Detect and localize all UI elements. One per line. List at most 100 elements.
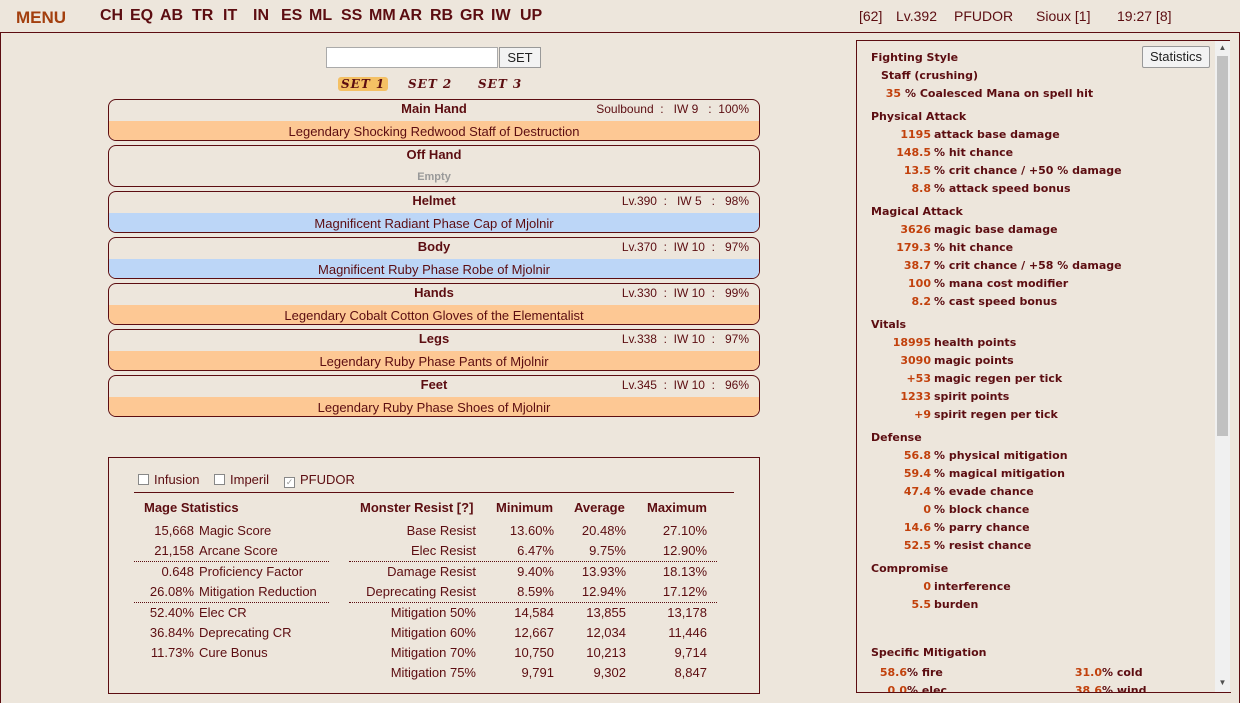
tab-set-3[interactable]: SET 3: [478, 77, 522, 91]
slot-info: Lv.330 : IW 10 : 99%: [621, 286, 749, 300]
set-button[interactable]: SET: [499, 47, 541, 68]
stat-value: 18995: [892, 336, 931, 349]
panel-bottom-border: [856, 692, 1231, 693]
resist-max: 8,847: [674, 665, 707, 680]
nav-ch[interactable]: CH: [100, 7, 123, 25]
stat-text: attack base damage: [934, 128, 1060, 141]
checkbox-box[interactable]: [138, 474, 149, 485]
section-title: Fighting Style: [871, 51, 959, 64]
equipped-item[interactable]: Magnificent Radiant Phase Cap of Mjolnir: [109, 213, 759, 232]
nav-in[interactable]: IN: [253, 7, 269, 25]
nav-es[interactable]: ES: [281, 7, 302, 25]
equipped-item[interactable]: Legendary Cobalt Cotton Gloves of the El…: [109, 305, 759, 324]
section-title: Physical Attack: [871, 110, 967, 123]
stat-text: magic regen per tick: [934, 372, 1063, 385]
equipped-item[interactable]: Legendary Ruby Phase Pants of Mjolnir: [109, 351, 759, 370]
mage-divider: [134, 602, 329, 603]
nav-eq[interactable]: EQ: [130, 7, 153, 25]
level-bracket: [62]: [859, 8, 883, 24]
stat-text: health points: [934, 336, 1017, 349]
average-header: Average: [574, 500, 625, 515]
section-title: Defense: [871, 431, 922, 444]
slot-helmet[interactable]: Helmet Lv.390 : IW 5 : 98% Magnificent R…: [108, 191, 760, 233]
statistics-button[interactable]: Statistics: [1142, 46, 1210, 68]
nav-ar[interactable]: AR: [399, 7, 422, 25]
nav-up[interactable]: UP: [520, 7, 542, 25]
equipped-item[interactable]: Empty: [109, 167, 759, 186]
tab-set-1[interactable]: SET 1: [338, 77, 389, 91]
stat-value: 52.5: [903, 539, 931, 552]
stats-scrollbar[interactable]: ▲ ▼: [1215, 41, 1230, 692]
stat-text: % cast speed bonus: [934, 295, 1058, 308]
nav-it[interactable]: IT: [223, 7, 237, 25]
nav-ml[interactable]: ML: [309, 7, 332, 25]
resist-min: 14,584: [514, 605, 554, 620]
stat-value: 0: [923, 580, 931, 593]
menu-button[interactable]: MENU: [16, 8, 66, 28]
equipped-item[interactable]: Legendary Ruby Phase Shoes of Mjolnir: [109, 397, 759, 416]
resist-max: 12.90%: [662, 543, 707, 558]
resist-label: Mitigation 75%: [390, 665, 476, 680]
nav-tr[interactable]: TR: [192, 7, 213, 25]
stat-value: 1233: [900, 390, 931, 403]
slot-info: Lv.345 : IW 10 : 96%: [621, 378, 749, 392]
resist-min: 9.40%: [517, 564, 554, 579]
stat-text: % mana cost modifier: [934, 277, 1069, 290]
scroll-down-icon[interactable]: ▼: [1215, 678, 1230, 687]
resist-max: 9,714: [674, 645, 707, 660]
slot-feet[interactable]: Feet Lv.345 : IW 10 : 96% Legendary Ruby…: [108, 375, 760, 417]
scroll-thumb[interactable]: [1217, 56, 1228, 436]
imperil-checkbox[interactable]: Imperil: [214, 472, 269, 487]
resist-max: 17.12%: [662, 584, 707, 599]
slot-off-hand[interactable]: Off Hand Empty: [108, 145, 760, 187]
stat-value: 8.2: [911, 295, 932, 308]
stat-value: 52.40%: [149, 605, 194, 620]
checkbox-box[interactable]: [214, 474, 225, 485]
monster-resist-header[interactable]: Monster Resist [?]: [360, 500, 473, 515]
maximum-header: Maximum: [647, 500, 707, 515]
checkbox-box-checked[interactable]: ✓: [284, 477, 295, 488]
stat-text: % block chance: [934, 503, 1030, 516]
slot-legs[interactable]: Legs Lv.338 : IW 10 : 97% Legendary Ruby…: [108, 329, 760, 371]
slot-main-hand[interactable]: Main Hand Soulbound : IW 9 : 100% Legend…: [108, 99, 760, 141]
stat-text: % evade chance: [934, 485, 1034, 498]
resist-avg: 10,213: [586, 645, 626, 660]
nav-mm[interactable]: MM: [369, 7, 396, 25]
mitigation-text: % cold: [1102, 666, 1143, 679]
infusion-checkbox[interactable]: Infusion: [138, 472, 200, 487]
stat-text: magic base damage: [934, 223, 1058, 236]
stat-label: Proficiency Factor: [199, 564, 304, 579]
pfudor-checkbox[interactable]: ✓ PFUDOR: [284, 472, 355, 488]
equipped-item[interactable]: Magnificent Ruby Phase Robe of Mjolnir: [109, 259, 759, 278]
resist-avg: 12.94%: [581, 584, 626, 599]
header-divider: [134, 492, 734, 493]
resist-max: 13,178: [667, 605, 707, 620]
resist-avg: 13.93%: [581, 564, 626, 579]
resist-min: 8.59%: [517, 584, 554, 599]
slot-body[interactable]: Body Lv.370 : IW 10 : 97% Magnificent Ru…: [108, 237, 760, 279]
set-name-input[interactable]: [326, 47, 498, 68]
stat-value: 3090: [900, 354, 931, 367]
resist-max: 27.10%: [662, 523, 707, 538]
stat-value: 14.6: [903, 521, 931, 534]
nav-gr[interactable]: GR: [460, 7, 484, 25]
stat-text: % crit chance / +50 % damage: [934, 164, 1122, 177]
scroll-up-icon[interactable]: ▲: [1215, 43, 1230, 52]
resist-min: 6.47%: [517, 543, 554, 558]
resist-divider: [349, 602, 717, 603]
tab-set-2[interactable]: SET 2: [408, 77, 452, 91]
stat-value: 148.5: [896, 146, 931, 159]
resist-label: Base Resist: [406, 523, 476, 538]
stat-value: 59.4: [903, 467, 931, 480]
slot-hands[interactable]: Hands Lv.330 : IW 10 : 99% Legendary Cob…: [108, 283, 760, 325]
nav-iw[interactable]: IW: [491, 7, 511, 25]
stat-value: +9: [914, 408, 931, 421]
nav-rb[interactable]: RB: [430, 7, 453, 25]
stat-value: 36.84%: [149, 625, 194, 640]
nav-ab[interactable]: AB: [160, 7, 183, 25]
equipped-item[interactable]: Legendary Shocking Redwood Staff of Dest…: [109, 121, 759, 140]
nav-ss[interactable]: SS: [341, 7, 362, 25]
stat-label: Elec CR: [199, 605, 247, 620]
stat-text: magic points: [934, 354, 1014, 367]
stat-value: 5.5: [911, 598, 932, 611]
